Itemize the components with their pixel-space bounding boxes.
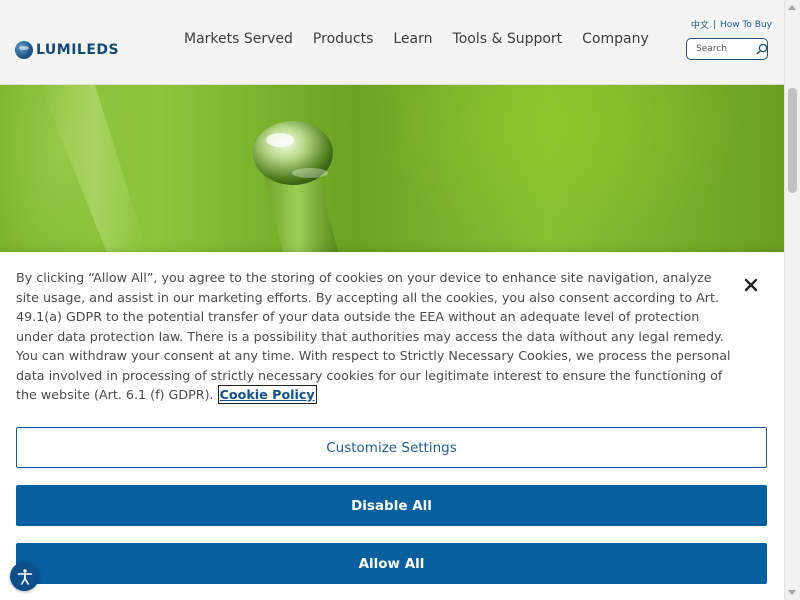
page-scrollbar[interactable]: [784, 0, 800, 600]
accessibility-button[interactable]: [10, 562, 39, 591]
hero-image: [0, 85, 784, 260]
top-links: 中文 | How To Buy: [691, 18, 772, 32]
cookie-notice-body: By clicking “Allow All”, you agree to th…: [16, 270, 731, 402]
nav-item-company[interactable]: Company: [582, 31, 649, 47]
cookie-policy-link[interactable]: Cookie Policy: [217, 385, 317, 404]
top-links-separator: |: [712, 19, 716, 30]
main-nav: Markets Served Products Learn Tools & Su…: [184, 31, 669, 47]
nav-item-learn[interactable]: Learn: [393, 31, 432, 47]
scroll-down-arrow-icon[interactable]: [788, 590, 796, 595]
scrollbar-thumb[interactable]: [788, 88, 797, 193]
language-link[interactable]: 中文: [691, 18, 709, 31]
nav-item-tools-support[interactable]: Tools & Support: [453, 31, 563, 47]
disable-all-button[interactable]: Disable All: [16, 485, 767, 526]
accessibility-icon: [17, 568, 32, 585]
how-to-buy-link[interactable]: How To Buy: [720, 20, 772, 30]
scroll-up-arrow-icon[interactable]: [788, 5, 796, 10]
allow-all-button[interactable]: Allow All: [16, 543, 767, 584]
logo-mark-icon: [15, 41, 33, 59]
search-input[interactable]: [694, 43, 756, 55]
site-header: LUMILEDS Markets Served Products Learn T…: [0, 0, 784, 85]
search-box: [686, 38, 768, 60]
nav-item-markets-served[interactable]: Markets Served: [184, 31, 293, 47]
logo-text: LUMILEDS: [36, 42, 120, 58]
customize-settings-button[interactable]: Customize Settings: [16, 427, 767, 468]
close-banner-button[interactable]: [740, 274, 762, 296]
water-droplet-illustration: [40, 85, 340, 260]
close-icon: [744, 278, 758, 292]
page: LUMILEDS Markets Served Products Learn T…: [0, 0, 800, 600]
lumileds-logo[interactable]: LUMILEDS: [15, 40, 119, 60]
cookie-notice-text: By clicking “Allow All”, you agree to th…: [16, 268, 732, 405]
nav-item-products[interactable]: Products: [313, 31, 373, 47]
search-icon[interactable]: [756, 43, 768, 56]
cookie-banner: By clicking “Allow All”, you agree to th…: [0, 252, 784, 600]
